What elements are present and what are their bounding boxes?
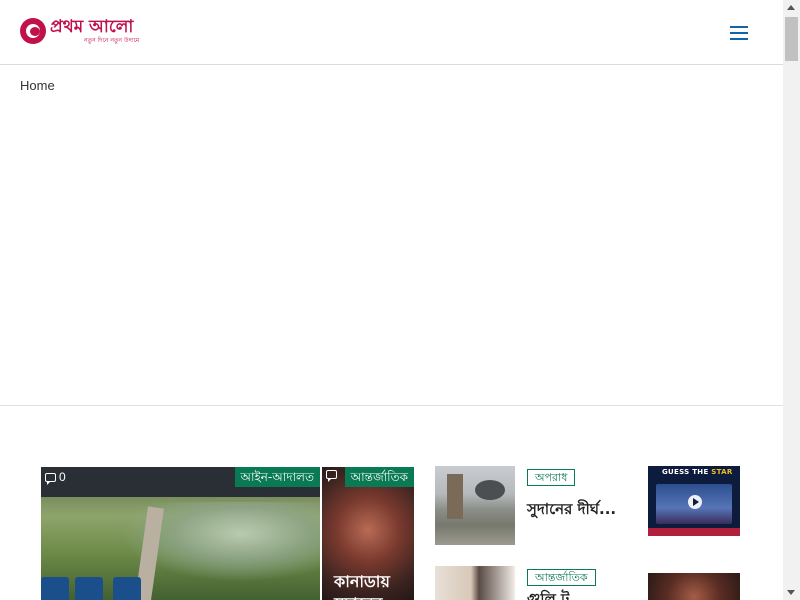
breadcrumb-home-link[interactable]: Home — [20, 78, 55, 93]
vertical-scrollbar[interactable] — [783, 0, 800, 600]
comment-icon — [45, 472, 56, 485]
play-icon[interactable] — [688, 495, 702, 509]
video-banner-text: GUESS THE — [662, 468, 709, 476]
category-tag[interactable]: অপরাধ — [527, 469, 576, 486]
video-thumbnail[interactable]: GUESS THE STAR — [648, 466, 740, 536]
photo-smoke — [475, 480, 505, 500]
site-header: প্রথম আলো নতুন দিনে নতুন উদ্যমে — [0, 0, 783, 65]
photo-building — [447, 474, 463, 519]
logo-title: প্রথম আলো — [50, 16, 134, 37]
news-headline[interactable]: কানাডায় সুদানের — [334, 571, 414, 600]
hamburger-menu-icon[interactable] — [730, 26, 750, 42]
photo-barrel — [75, 577, 103, 600]
video-banner: GUESS THE STAR — [662, 468, 733, 476]
logo-mark-icon — [20, 18, 46, 44]
section-divider — [0, 405, 783, 406]
video-banner-star: STAR — [711, 468, 733, 476]
comment-icon — [326, 470, 337, 482]
comment-count-badge[interactable]: 0 — [45, 470, 66, 485]
page: প্রথম আলো নতুন দিনে নতুন উদ্যমে Home 0 আ… — [0, 0, 800, 600]
video-bottom-bar — [648, 528, 740, 536]
photo-barrel — [41, 577, 69, 600]
category-tag[interactable]: আন্তর্জাতিক — [527, 569, 596, 586]
secondary-news-card[interactable]: আন্তর্জাতিক কানাডায় সুদানের — [322, 467, 414, 600]
comment-count: 0 — [59, 470, 66, 484]
logo-text: প্রথম আলো নতুন দিনে নতুন উদ্যমে — [50, 16, 140, 44]
scrollbar-thumb[interactable] — [785, 17, 798, 61]
category-tag[interactable]: আইন-আদালত — [234, 467, 320, 487]
photo-barrel — [113, 577, 141, 600]
scroll-down-arrow-icon[interactable] — [787, 590, 795, 595]
lead-news-card[interactable]: 0 আইন-আদালত — [41, 467, 320, 600]
breadcrumb: Home — [20, 78, 55, 93]
scroll-up-arrow-icon[interactable] — [787, 5, 795, 10]
news-title[interactable]: সুদানের দীর্ঘ... — [527, 500, 617, 518]
category-tag[interactable]: আন্তর্জাতিক — [344, 467, 414, 487]
ad-placeholder — [0, 110, 783, 405]
prothom-alo-logo[interactable]: প্রথম আলো নতুন দিনে নতুন উদ্যমে — [20, 18, 139, 44]
news-thumbnail[interactable] — [648, 573, 740, 600]
news-thumbnail[interactable] — [435, 566, 515, 600]
comment-count-badge[interactable] — [326, 470, 337, 482]
news-thumbnail[interactable] — [435, 466, 515, 545]
logo-tagline: নতুন দিনে নতুন উদ্যমে — [84, 36, 140, 44]
news-title[interactable]: গুলি ট — [527, 590, 587, 600]
